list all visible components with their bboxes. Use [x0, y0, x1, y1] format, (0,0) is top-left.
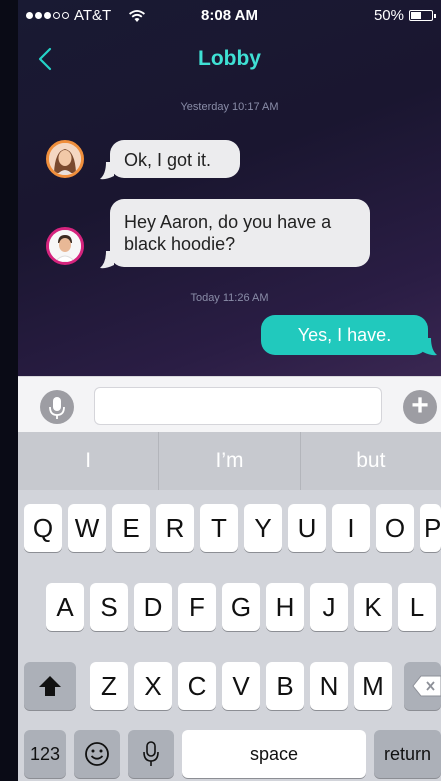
return-key[interactable]: return: [374, 730, 441, 778]
key-o[interactable]: O: [376, 504, 414, 552]
message-bubble-incoming[interactable]: Hey Aaron, do you have a black hoodie?: [110, 199, 370, 267]
numbers-key[interactable]: 123: [24, 730, 66, 778]
key-c[interactable]: C: [178, 662, 216, 710]
suggestion-item[interactable]: I: [18, 432, 160, 490]
key-a[interactable]: A: [46, 583, 84, 631]
key-t[interactable]: T: [200, 504, 238, 552]
microphone-icon: [143, 741, 159, 766]
key-u[interactable]: U: [288, 504, 326, 552]
key-p[interactable]: P: [420, 504, 441, 552]
message-timestamp: Today 11:26 AM: [190, 292, 269, 304]
battery-icon: [409, 10, 436, 21]
backspace-icon: [412, 675, 441, 697]
battery-percent: 50%: [373, 7, 404, 24]
bubble-tail: [100, 251, 114, 269]
shift-icon: [39, 676, 61, 696]
key-g[interactable]: G: [222, 583, 260, 631]
message-bubble-outgoing[interactable]: Yes, I have.: [261, 315, 428, 355]
key-r[interactable]: R: [156, 504, 194, 552]
phone-screen: AT&T 8:08 AM 50% Lobby Yesterday 10:17 A…: [0, 0, 441, 781]
bubble-tail: [100, 162, 114, 180]
status-right: 50%: [373, 7, 436, 24]
space-key[interactable]: space: [182, 730, 366, 778]
navbar: Lobby: [18, 38, 441, 78]
emoji-icon: [85, 742, 109, 766]
suggestion-item[interactable]: I’m: [159, 432, 301, 490]
emoji-key[interactable]: [74, 730, 120, 778]
key-j[interactable]: J: [310, 583, 348, 631]
man-avatar[interactable]: [46, 227, 84, 265]
predictive-bar: I I’m but: [18, 432, 441, 490]
plus-icon[interactable]: +: [403, 390, 437, 424]
status-bar: AT&T 8:08 AM 50%: [18, 0, 441, 32]
key-i[interactable]: I: [332, 504, 370, 552]
shift-key[interactable]: [24, 662, 76, 710]
microphone-icon[interactable]: [40, 390, 74, 424]
key-z[interactable]: Z: [90, 662, 128, 710]
message-composer: +: [18, 376, 441, 432]
keyboard: Q W E R T Y U I O P A S D F G H J K L Z …: [18, 490, 441, 781]
key-y[interactable]: Y: [244, 504, 282, 552]
page-title: Lobby: [198, 47, 261, 70]
message-input[interactable]: [94, 387, 382, 425]
key-b[interactable]: B: [266, 662, 304, 710]
dictation-key[interactable]: [128, 730, 174, 778]
suggestion-item[interactable]: but: [301, 432, 441, 490]
message-timestamp: Yesterday 10:17 AM: [180, 101, 279, 113]
delete-key[interactable]: [404, 662, 441, 710]
key-k[interactable]: K: [354, 583, 392, 631]
key-l[interactable]: L: [398, 583, 436, 631]
key-w[interactable]: W: [68, 504, 106, 552]
battery-fill: [411, 12, 421, 19]
key-d[interactable]: D: [134, 583, 172, 631]
key-h[interactable]: H: [266, 583, 304, 631]
key-f[interactable]: F: [178, 583, 216, 631]
bubble-tail: [423, 338, 437, 356]
key-m[interactable]: M: [354, 662, 392, 710]
key-e[interactable]: E: [112, 504, 150, 552]
key-x[interactable]: X: [134, 662, 172, 710]
key-n[interactable]: N: [310, 662, 348, 710]
key-v[interactable]: V: [222, 662, 260, 710]
left-edge: [0, 0, 18, 781]
key-s[interactable]: S: [90, 583, 128, 631]
woman-avatar[interactable]: [46, 140, 84, 178]
key-q[interactable]: Q: [24, 504, 62, 552]
message-bubble-incoming[interactable]: Ok, I got it.: [110, 140, 240, 178]
